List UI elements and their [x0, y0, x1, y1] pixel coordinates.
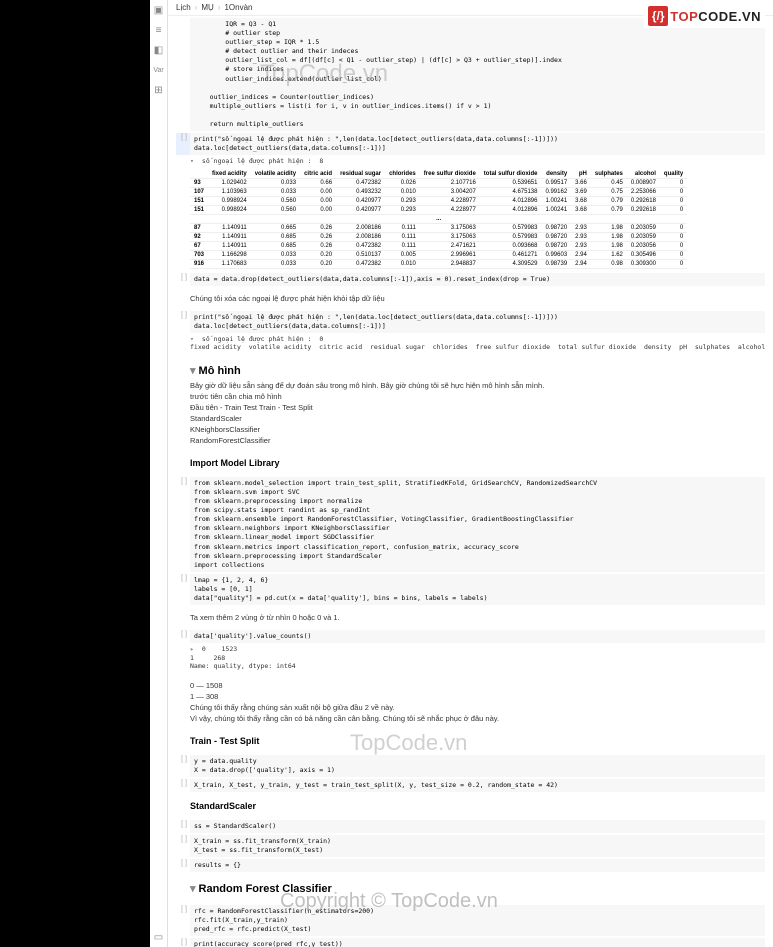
crumb-1[interactable]: Lịch [176, 3, 191, 12]
code-cell-drop[interactable]: [ ] data = data.drop(detect_outliers(dat… [176, 273, 765, 286]
logo-text: TOPCODE.VN [670, 9, 761, 24]
code-cell-print-outliers[interactable]: [ ] print("số ngoại lệ được phát hiện : … [176, 133, 765, 155]
cell-gutter: [ ] [176, 835, 190, 857]
code-block[interactable]: lmap = {1, 2, 4, 6} labels = [0, 1] data… [190, 574, 765, 605]
output-valuecounts: ▸ 0 1523 1 268 Name: quality, dtype: int… [176, 645, 765, 670]
cell-gutter: [ ] [176, 311, 190, 333]
code-block[interactable]: print("số ngoại lệ được phát hiện : ",le… [190, 133, 765, 155]
code-block[interactable]: rfc = RandomForestClassifier(n_estimator… [190, 905, 765, 936]
code-block[interactable]: print(accuracy_score(pred_rfc,y_test)) p… [190, 938, 765, 947]
doc-icon[interactable]: ▭ [153, 931, 165, 943]
crumb-2[interactable]: MỤ [201, 3, 213, 12]
code-cell-tts2[interactable]: [ ] X_train, X_test, y_train, y_test = t… [176, 779, 765, 792]
md-xemthem: Ta xem thêm 2 vùng ở từ nhìn 0 hoặc 0 và… [176, 607, 765, 628]
cell-gutter: [ ] [176, 133, 190, 155]
code-cell-valuecounts[interactable]: [ ] data['quality'].value_counts() [176, 630, 765, 643]
cell-gutter: [ ] [176, 630, 190, 643]
var-icon[interactable]: Var [153, 64, 165, 76]
output-verify: ▾ số ngoại lệ được phát hiện : 0 fixed a… [176, 335, 765, 352]
output-collapse-caret[interactable]: ▸ [190, 645, 198, 653]
code-block[interactable]: data['quality'].value_counts() [190, 630, 765, 643]
code-block[interactable]: print("số ngoại lệ được phát hiện : ",le… [190, 311, 765, 333]
code-cell-labels[interactable]: [ ] lmap = {1, 2, 4, 6} labels = [0, 1] … [176, 574, 765, 605]
cell-gutter [176, 18, 190, 131]
md-counts: 0 — 15081 — 308 Chúng tôi thấy rằng chún… [176, 675, 765, 729]
crumb-3[interactable]: 1Onvàn [224, 3, 252, 12]
section-caret[interactable]: ▾ [190, 365, 196, 377]
cell-gutter: [ ] [176, 859, 190, 872]
output-collapse-caret[interactable]: ▾ [190, 157, 198, 165]
cell-gutter: [ ] [176, 755, 190, 777]
cell-gutter: [ ] [176, 477, 190, 572]
code-block[interactable]: X_train, X_test, y_train, y_test = train… [190, 779, 765, 792]
heading-rfc: ▾Random Forest Classifier [176, 874, 765, 903]
code-cell-outlier-fn[interactable]: IQR = Q3 - Q1 # outlier step outlier_ste… [176, 18, 765, 131]
output-collapse-caret[interactable]: ▾ [190, 335, 198, 343]
crumb-sep: › [218, 3, 221, 12]
code-block[interactable]: results = {} [190, 859, 765, 872]
heading-tts: Train - Test Split [176, 729, 765, 753]
output-outlier-count: ▾ số ngoại lệ được phát hiện : 8 [176, 157, 765, 165]
code-cell-imports[interactable]: [ ] from sklearn.model_selection import … [176, 477, 765, 572]
code-block[interactable]: IQR = Q3 - Q1 # outlier step outlier_ste… [190, 18, 765, 131]
search-icon[interactable]: ⊞ [153, 84, 165, 96]
code-cell-tts1[interactable]: [ ] y = data.quality X = data.drop(['qua… [176, 755, 765, 777]
cell-gutter: [ ] [176, 905, 190, 936]
code-block[interactable]: from sklearn.model_selection import trai… [190, 477, 765, 572]
cell-gutter: [ ] [176, 779, 190, 792]
notebook-main: Lịch › MỤ › 1Onvàn IQR = Q3 - Q1 # outli… [168, 0, 773, 947]
folder-icon[interactable]: ▣ [153, 4, 165, 16]
code-cell-rfc1[interactable]: [ ] rfc = RandomForestClassifier(n_estim… [176, 905, 765, 936]
dataframe-table: fixed acidityvolatile aciditycitric acid… [190, 170, 687, 269]
heading-import: Import Model Library [176, 451, 765, 475]
code-cell-ss3[interactable]: [ ] results = {} [176, 859, 765, 872]
logo-icon: {/} [648, 6, 668, 26]
section-caret[interactable]: ▾ [190, 883, 196, 895]
cell-gutter: [ ] [176, 273, 190, 286]
code-block[interactable]: y = data.quality X = data.drop(['quality… [190, 755, 765, 777]
code-cell-ss2[interactable]: [ ] X_train = ss.fit_transform(X_train) … [176, 835, 765, 857]
cell-gutter: [ ] [176, 820, 190, 833]
code-block[interactable]: X_train = ss.fit_transform(X_train) X_te… [190, 835, 765, 857]
jupyter-sidebar: ▣ ≡ ◧ Var ⊞ ▭ [150, 0, 168, 947]
heading-ss: StandardScaler [176, 794, 765, 818]
md-dropped: Chúng tôi xóa các ngoại lệ được phát hiệ… [176, 288, 765, 309]
left-black-panel [0, 0, 150, 947]
code-cell-rfc2[interactable]: [ ] print(accuracy_score(pred_rfc,y_test… [176, 938, 765, 947]
code-block[interactable]: data = data.drop(detect_outliers(data,da… [190, 273, 765, 286]
topcode-logo: {/} TOPCODE.VN [644, 4, 765, 28]
ext-icon[interactable]: ◧ [153, 44, 165, 56]
code-cell-ss1[interactable]: [ ] ss = StandardScaler() [176, 820, 765, 833]
cell-gutter: [ ] [176, 574, 190, 605]
toc-icon[interactable]: ≡ [153, 24, 165, 36]
heading-model: ▾Mô hình Bây giờ dữ liệu sẵn sàng để dự … [176, 356, 765, 451]
crumb-sep: › [195, 3, 198, 12]
code-block[interactable]: ss = StandardScaler() [190, 820, 765, 833]
code-cell-verify[interactable]: [ ] print("số ngoại lệ được phát hiện : … [176, 311, 765, 333]
cell-gutter: [ ] [176, 938, 190, 947]
notebook-content: IQR = Q3 - Q1 # outlier step outlier_ste… [168, 18, 773, 947]
